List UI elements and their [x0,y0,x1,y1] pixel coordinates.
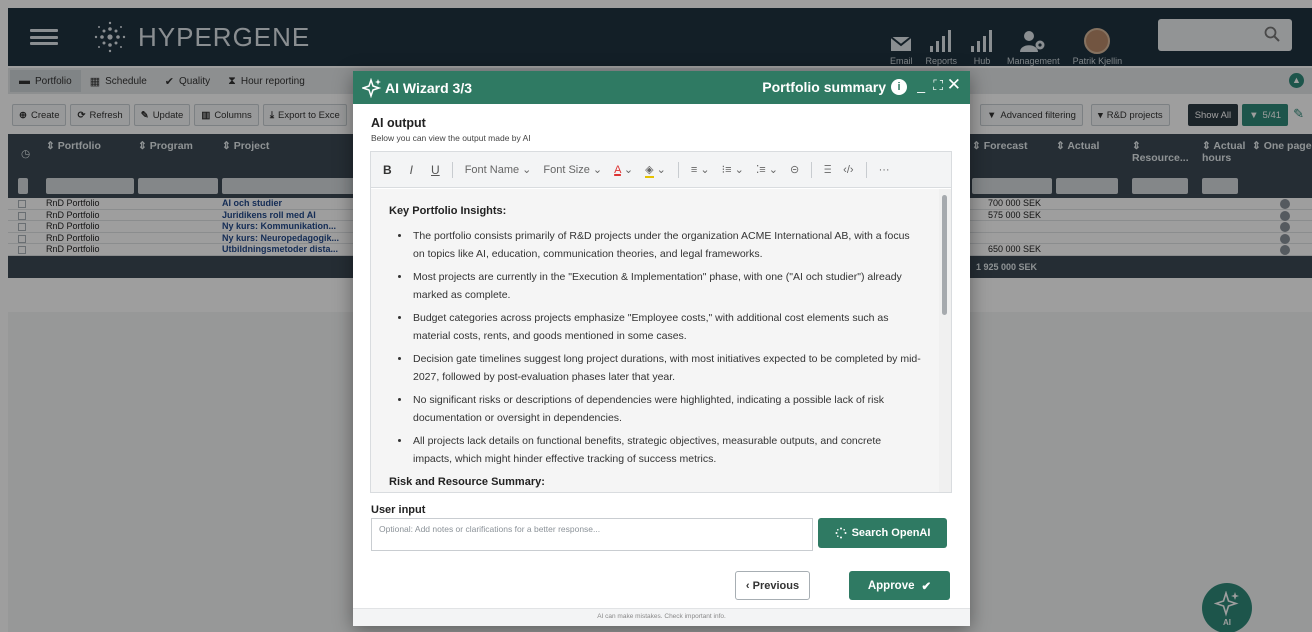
section-subtitle: Below you can view the output made by AI [371,133,531,143]
code-view-icon[interactable]: ‹/› [843,164,853,176]
toolbar-divider [865,161,867,178]
ai-disclaimer: AI can make mistakes. Check important in… [353,608,970,626]
toolbar-divider [811,161,813,178]
list-item: The portfolio consists primarily of R&D … [411,227,923,263]
user-input-field[interactable] [371,518,813,551]
clear-format-icon[interactable]: Ⲷ [824,162,831,177]
checkmark-icon: ✔ [921,580,932,593]
list-item: Budget categories across projects emphas… [411,309,923,345]
dialog-subtitle: Portfolio summary [762,79,886,95]
rich-text-editor[interactable]: B I U Font Name ⌄ Font Size ⌄ A ⌄ ◈ ⌄ ≡ … [370,151,952,493]
font-name-dropdown[interactable]: Font Name ⌄ [465,163,532,176]
section-title: AI output [371,116,426,130]
editor-content[interactable]: Key Portfolio Insights: The portfolio co… [371,189,941,492]
editor-scrollbar[interactable] [939,189,951,492]
align-icon[interactable]: ≡ ⌄ [691,163,710,176]
list-item: All projects lack details on functional … [411,432,923,468]
fullscreen-icon[interactable]: ⛶ [933,77,943,94]
content-heading: Risk and Resource Summary: [389,476,545,488]
editor-toolbar: B I U Font Name ⌄ Font Size ⌄ A ⌄ ◈ ⌄ ≡ … [371,152,951,188]
link-icon[interactable]: ⊝ [790,163,799,176]
minimize-icon[interactable]: _ [917,77,925,93]
scrollbar-thumb[interactable] [942,195,947,315]
bold-button[interactable]: B [383,163,392,177]
close-icon[interactable]: ✕ [947,75,961,95]
ai-wizard-dialog: AI Wizard 3/3 Portfolio summary i _ ⛶ ✕ … [353,71,970,626]
sparkle-icon [362,78,382,98]
more-options-icon[interactable]: ··· [879,164,890,176]
info-icon[interactable]: i [891,79,907,95]
dialog-header: AI Wizard 3/3 Portfolio summary i _ ⛶ ✕ [353,71,970,104]
font-color-button[interactable]: A ⌄ [614,163,633,176]
toolbar-divider [451,161,453,178]
user-input-label: User input [371,504,426,516]
italic-button[interactable]: I [410,163,413,177]
list-item: Decision gate timelines suggest long pro… [411,350,923,386]
list-item: No significant risks or descriptions of … [411,391,923,427]
insights-list: The portfolio consists primarily of R&D … [411,227,923,468]
toolbar-divider [677,161,679,178]
search-openai-button[interactable]: Search OpenAI [818,518,947,548]
underline-button[interactable]: U [431,163,440,177]
dialog-title: AI Wizard 3/3 [385,79,473,96]
content-heading: Key Portfolio Insights: [389,205,507,217]
numbered-list-icon[interactable]: ⁝≡ ⌄ [722,163,744,176]
font-size-dropdown[interactable]: Font Size ⌄ [543,163,602,176]
list-item: Most projects are currently in the "Exec… [411,268,923,304]
loading-spinner-icon [835,527,847,539]
bullet-list-icon[interactable]: ⁚≡ ⌄ [756,163,778,176]
approve-button[interactable]: Approve ✔ [849,571,950,600]
previous-button[interactable]: ‹ Previous [735,571,810,600]
highlight-color-icon[interactable]: ◈ ⌄ [645,163,666,178]
